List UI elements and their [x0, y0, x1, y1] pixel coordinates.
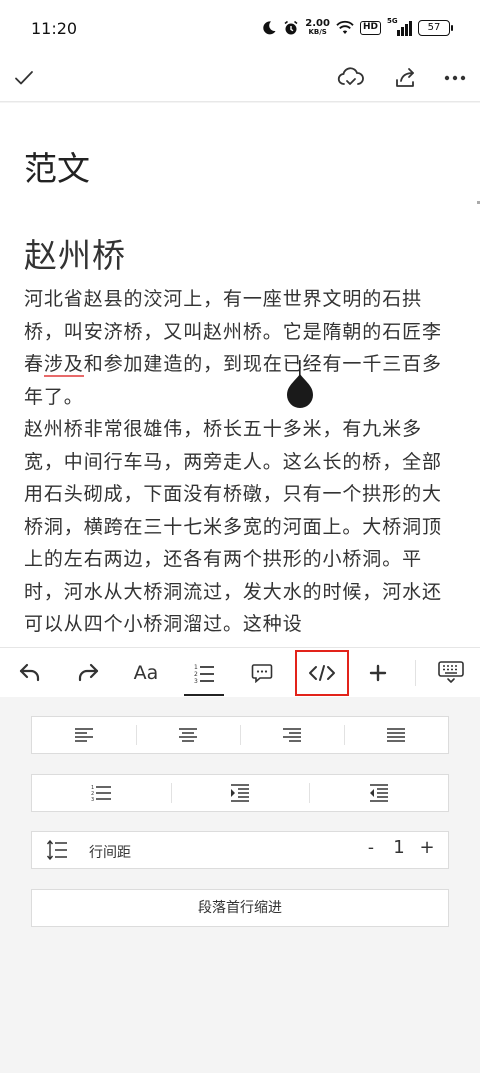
- line-spacing-row: 行间距 - 1 +: [31, 831, 449, 869]
- line-spacing-decrease-button[interactable]: -: [360, 838, 382, 858]
- status-bar: 11:20 2.00 KB/S HD 5G 57: [0, 0, 480, 56]
- align-justify-icon: [387, 728, 405, 742]
- toolbar-divider: [415, 660, 416, 686]
- comment-icon: [251, 664, 273, 683]
- decrease-indent-button[interactable]: [309, 775, 448, 811]
- battery-indicator: 57: [418, 20, 453, 36]
- paragraph-format-panel: 123 行间距 - 1 + 段落首行缩进: [0, 697, 480, 1073]
- align-right-button[interactable]: [240, 717, 344, 753]
- cell-signal: 5G: [387, 17, 412, 36]
- paragraph-1-part-b: 和参加建造的，到现在已经有一千三百多年了。: [24, 353, 442, 408]
- network-speed-unit: KB/S: [308, 28, 327, 36]
- plus-icon: [369, 664, 387, 682]
- decrease-indent-icon: [369, 784, 388, 802]
- numbered-list-icon: 123: [91, 785, 112, 802]
- align-right-icon: [283, 728, 301, 742]
- line-spacing-increase-button[interactable]: +: [415, 837, 439, 858]
- document-heading[interactable]: 赵州桥: [24, 229, 126, 277]
- signal-5g-label: 5G: [387, 17, 398, 25]
- align-center-icon: [179, 728, 197, 742]
- more-icon[interactable]: [437, 60, 473, 96]
- text-cursor-handle-icon[interactable]: [285, 358, 315, 410]
- comment-button[interactable]: [236, 648, 288, 698]
- align-left-button[interactable]: [32, 717, 136, 753]
- line-spacing-icon: [46, 839, 67, 861]
- check-icon[interactable]: [6, 60, 42, 96]
- spellcheck-underlined-word[interactable]: 涉及: [43, 353, 84, 377]
- redo-icon: [78, 663, 99, 682]
- numbered-list-icon: 123: [194, 664, 214, 685]
- document-body[interactable]: 河北省赵县的洨河上，有一座世界文明的石拱桥，叫安济桥，又叫赵州桥。它是隋朝的石匠…: [24, 283, 456, 641]
- svg-text:3: 3: [194, 678, 198, 685]
- editor-top-bar: [0, 56, 480, 102]
- code-button-highlight: [295, 650, 349, 696]
- alarm-icon: [284, 20, 298, 35]
- align-justify-button[interactable]: [344, 717, 448, 753]
- svg-text:3: 3: [91, 797, 94, 802]
- align-center-button[interactable]: [136, 717, 240, 753]
- font-style-button[interactable]: Aa: [120, 648, 172, 698]
- moon-icon: [263, 21, 276, 35]
- svg-text:2: 2: [194, 671, 198, 678]
- undo-button[interactable]: [4, 648, 56, 698]
- share-icon[interactable]: [387, 60, 423, 96]
- hide-keyboard-button[interactable]: [425, 648, 477, 698]
- format-toolbar: Aa 123: [0, 647, 480, 697]
- insert-button[interactable]: [352, 648, 404, 698]
- document-editor[interactable]: 范文 赵州桥 河北省赵县的洨河上，有一座世界文明的石拱桥，叫安济桥，又叫赵州桥。…: [0, 103, 480, 647]
- active-tab-indicator: [184, 694, 224, 696]
- undo-icon: [19, 663, 40, 682]
- network-speed: 2.00 KB/S: [305, 19, 330, 37]
- increase-indent-button[interactable]: [170, 775, 310, 811]
- increase-indent-icon: [231, 784, 249, 802]
- status-time: 11:20: [31, 19, 78, 38]
- cloud-sync-icon[interactable]: [333, 60, 369, 96]
- svg-text:1: 1: [194, 664, 198, 671]
- wifi-icon: [336, 20, 354, 34]
- align-left-icon: [75, 728, 93, 742]
- paragraph-2[interactable]: 赵州桥非常很雄伟，桥长五十多米，有九米多宽，中间行车马，两旁走人。这么长的桥，全…: [24, 413, 456, 641]
- first-line-indent-button[interactable]: 段落首行缩进: [31, 889, 449, 927]
- alignment-group: [31, 716, 449, 754]
- status-icons: 2.00 KB/S HD 5G 57: [261, 17, 453, 39]
- numbered-list-button[interactable]: 123: [32, 775, 171, 811]
- keyboard-icon: [438, 661, 464, 683]
- network-speed-value: 2.00: [305, 18, 330, 29]
- line-spacing-label: 行间距: [89, 845, 131, 861]
- document-title[interactable]: 范文: [24, 142, 90, 190]
- list-indent-group: 123: [31, 774, 449, 812]
- hd-badge: HD: [359, 21, 381, 35]
- paragraph-1[interactable]: 河北省赵县的洨河上，有一座世界文明的石拱桥，叫安济桥，又叫赵州桥。它是隋朝的石匠…: [24, 283, 456, 413]
- line-spacing-value: 1: [393, 837, 405, 858]
- redo-button[interactable]: [62, 648, 114, 698]
- paragraph-format-button[interactable]: 123: [178, 648, 230, 698]
